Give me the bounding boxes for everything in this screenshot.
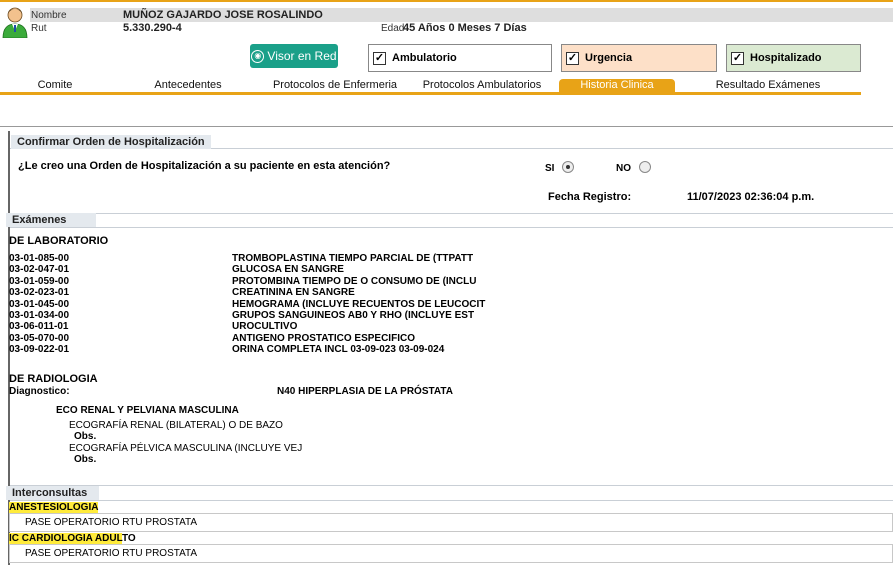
si-label: SI [545,163,555,174]
interconsulta-detail: PASE OPERATORIO RTU PROSTATA [25,548,198,559]
no-radio[interactable] [639,161,651,173]
section-underline [10,500,893,501]
patient-rut: 5.330.290-4 [123,22,182,34]
fecha-registro-value: 11/07/2023 02:36:04 p.m. [687,191,815,203]
fecha-registro-label: Fecha Registro: [548,191,632,203]
interconsulta-detail-box: PASE OPERATORIO RTU PROSTATA [9,513,893,532]
interconsulta-specialty: ANESTESIOLOGIA [9,502,99,513]
lab-item-desc: UROCULTIVO [232,321,298,332]
rad-item-obs: Obs. [74,431,97,442]
lab-item-desc: CREATININA EN SANGRE [232,287,355,298]
tab-comite[interactable]: Comite [20,79,90,91]
laboratorio-title: DE LABORATORIO [9,235,109,247]
lab-item-desc: GRUPOS SANGUINEOS AB0 Y RHO (INCLUYE EST [232,310,475,321]
visor-en-red-button[interactable]: ◉ Visor en Red [250,44,338,68]
radiologia-title: DE RADIOLOGIA [9,373,98,385]
lab-item-code: 03-01-085-00 [9,253,70,264]
rut-label: Rut [31,23,47,34]
specialty-rest: TO [121,533,136,544]
lab-item-code: 03-02-023-01 [9,287,70,298]
tab-historia-clinica[interactable]: Historia Clinica [559,79,675,93]
interconsulta-specialty: IC CARDIOLOGIA ADULTO [9,533,136,544]
lab-item-code: 03-01-034-00 [9,310,70,321]
specialty-highlight: IC CARDIOLOGIA ADUL [9,533,122,544]
patient-header: Nombre MUÑOZ GAJARDO JOSE ROSALINDO Rut … [0,2,893,38]
section-underline [10,227,893,228]
lab-item-code: 03-06-011-01 [9,321,69,332]
hospitalizado-label: Hospitalizado [750,52,822,64]
lab-item-code: 03-09-022-01 [9,344,70,355]
section-topline [10,213,893,214]
ambulatorio-label: Ambulatorio [392,52,457,64]
age-label: Edad [381,23,405,34]
si-radio[interactable] [562,161,574,173]
rad-item-obs: Obs. [74,454,97,465]
rad-item-name: ECOGRAFÍA PÉLVICA MASCULINA (INCLUYE VEJ [69,443,303,454]
urgencia-checkbox[interactable]: ✓ Urgencia [561,44,717,72]
no-label: NO [616,163,631,174]
urgencia-label: Urgencia [585,52,633,64]
patient-age: 45 Años 0 Meses 7 Días [403,22,527,34]
lab-item-code: 03-01-059-00 [9,276,70,287]
diagnostico-value: N40 HIPERPLASIA DE LA PRÓSTATA [277,386,453,397]
visor-label: Visor en Red [267,49,337,63]
section-topline [10,485,893,486]
lab-item-code: 03-01-045-00 [9,299,70,310]
eye-icon: ◉ [251,49,265,63]
content-divider [0,126,893,127]
lab-item-desc: TROMBOPLASTINA TIEMPO PARCIAL DE (TTPATT [232,253,474,264]
hospitalizado-checkbox[interactable]: ✓ Hospitalizado [726,44,861,72]
lab-item-desc: ANTIGENO PROSTATICO ESPECIFICO [232,333,415,344]
tab-protocolos-enfermeria[interactable]: Protocolos de Enfermeria [266,79,404,91]
tab-antecedentes[interactable]: Antecedentes [145,79,231,91]
nav-tabs: Comite Antecedentes Protocolos de Enferm… [0,78,861,95]
interconsultas-section-title: Interconsultas [6,486,99,500]
checkbox-checked-icon: ✓ [373,51,386,65]
interconsulta-detail-box: PASE OPERATORIO RTU PROSTATA [9,544,893,563]
lab-item-desc: PROTOMBINA TIEMPO DE O CONSUMO DE (INCLU [232,276,477,287]
patient-avatar-icon [2,7,28,38]
lab-item-desc: HEMOGRAMA (INCLUYE RECUENTOS DE LEUCOCIT [232,299,486,310]
hospitalizacion-section-title: Confirmar Orden de Hospitalización [11,135,211,149]
examenes-section-title: Exámenes [6,213,96,227]
patient-name: MUÑOZ GAJARDO JOSE ROSALINDO [123,9,323,21]
radiologia-group: ECO RENAL Y PELVIANA MASCULINA [56,405,239,416]
lab-item-code: 03-05-070-00 [9,333,70,344]
tab-protocolos-ambulatorios[interactable]: Protocolos Ambulatorios [416,79,548,91]
checkbox-checked-icon: ✓ [566,51,579,65]
radio-selected-dot [566,165,570,169]
lab-item-code: 03-02-047-01 [9,264,70,275]
interconsulta-detail: PASE OPERATORIO RTU PROSTATA [25,517,198,528]
hospitalizacion-question: ¿Le creo una Orden de Hospitalización a … [18,160,391,172]
lab-item-desc: GLUCOSA EN SANGRE [232,264,344,275]
diagnostico-label: Diagnostico: [9,386,70,397]
checkbox-checked-icon: ✓ [731,51,744,65]
rad-item-name: ECOGRAFÍA RENAL (BILATERAL) O DE BAZO [69,420,283,431]
lab-item-desc: ORINA COMPLETA INCL 03-09-023 03-09-024 [232,344,445,355]
tab-resultado-examenes[interactable]: Resultado Exámenes [706,79,830,91]
name-label: Nombre [31,10,67,21]
ambulatorio-checkbox[interactable]: ✓ Ambulatorio [368,44,552,72]
